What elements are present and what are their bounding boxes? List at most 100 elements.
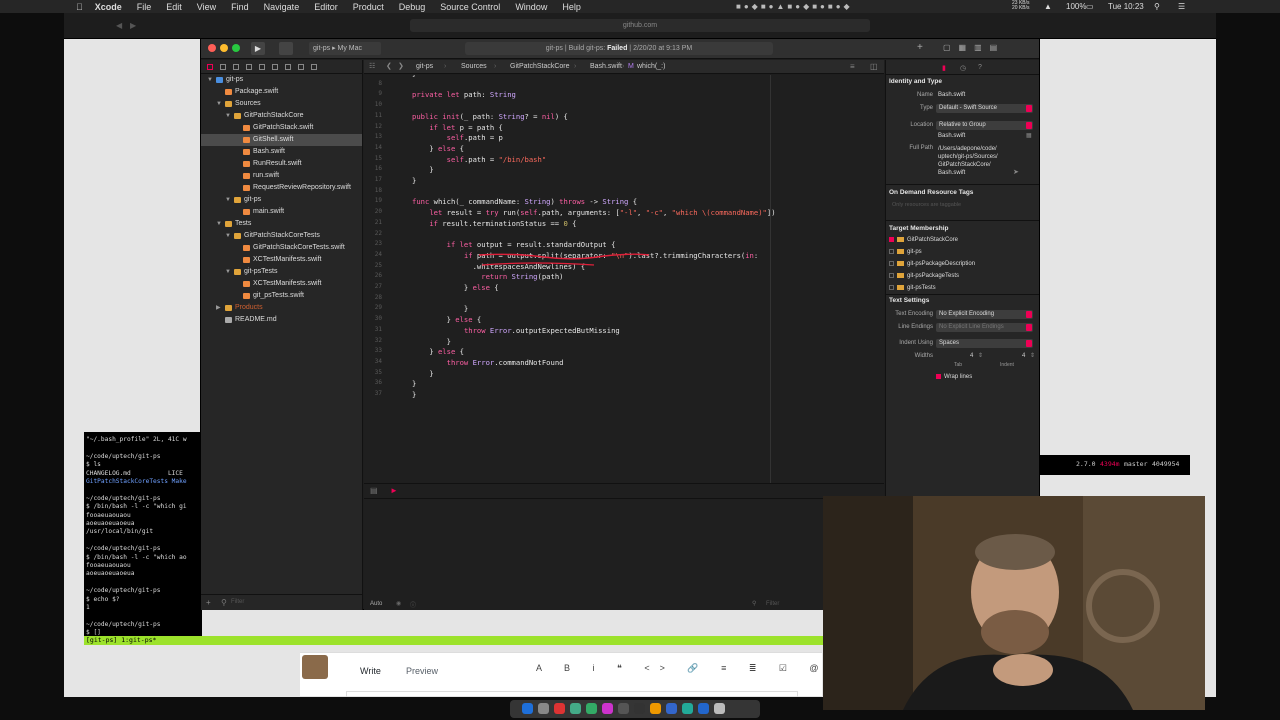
- menu-view[interactable]: View: [197, 2, 216, 12]
- settings-icon[interactable]: [618, 703, 629, 714]
- wifi-icon[interactable]: ▲: [1044, 0, 1052, 13]
- xcode-icon[interactable]: [666, 703, 677, 714]
- add-editor-icon[interactable]: ◫: [870, 62, 878, 71]
- breadcrumb-folder[interactable]: Sources: [461, 63, 487, 70]
- library-plus-icon[interactable]: +: [917, 42, 923, 53]
- disclosure-open-icon[interactable]: ▼: [225, 230, 231, 242]
- navigator-item[interactable]: ▼ Tests: [201, 218, 362, 230]
- calendar-icon[interactable]: [554, 703, 565, 714]
- reveal-in-finder-icon[interactable]: ➤: [1013, 168, 1019, 176]
- disclosure-open-icon[interactable]: ▼: [225, 194, 231, 206]
- apple-icon[interactable]: : [76, 2, 83, 12]
- menu-help[interactable]: Help: [562, 2, 581, 12]
- navigator-item[interactable]: ▼ Sources: [201, 98, 362, 110]
- add-icon[interactable]: +: [206, 598, 211, 607]
- tab-preview[interactable]: Preview: [406, 666, 438, 676]
- tab-write[interactable]: Write: [360, 666, 381, 676]
- terminal-icon[interactable]: [634, 703, 645, 714]
- trash-icon[interactable]: [714, 703, 725, 714]
- menu-source-control[interactable]: Source Control: [440, 2, 500, 12]
- indent-width-stepper-icon[interactable]: ⇕: [1030, 352, 1035, 359]
- battery-percent[interactable]: 100%: [1066, 0, 1086, 13]
- comment-textarea[interactable]: [346, 691, 798, 697]
- menu-window[interactable]: Window: [515, 2, 547, 12]
- breadcrumb-project[interactable]: git-ps: [416, 63, 433, 70]
- test-tab-icon[interactable]: [272, 63, 278, 70]
- choose-folder-icon[interactable]: ▦: [1026, 132, 1032, 139]
- navigator-item[interactable]: main.swift: [201, 206, 362, 218]
- disclosure-open-icon[interactable]: ▼: [225, 266, 231, 278]
- source-editor[interactable]: 7 8 9 10 11 12 13 14 15 16 17 18 19 20 21 22 23 24 25 26 27 2…: [364, 75, 884, 483]
- tab-width-stepper-icon[interactable]: ⇕: [978, 352, 983, 359]
- menu-debug[interactable]: Debug: [399, 2, 426, 12]
- run-button[interactable]: ▶: [251, 42, 265, 55]
- battery-icon[interactable]: ▭: [1086, 0, 1094, 13]
- breadcrumb-file[interactable]: Bash.swift: [590, 63, 622, 70]
- tab-width-value[interactable]: 4: [970, 353, 973, 359]
- menu-navigate[interactable]: Navigate: [264, 2, 300, 12]
- breadcrumb-group[interactable]: GitPatchStackCore: [510, 63, 570, 70]
- back-icon[interactable]: ◀: [116, 21, 122, 30]
- back-nav-icon[interactable]: ❮: [386, 62, 392, 70]
- maps-icon[interactable]: [586, 703, 597, 714]
- zoom-window-icon[interactable]: [232, 44, 240, 52]
- editor-mode-icons[interactable]: ▢▦▥▤: [943, 43, 1005, 52]
- editor-options-icon[interactable]: ≡: [850, 62, 855, 71]
- target-checkbox[interactable]: GitPatchStackCore: [889, 237, 958, 243]
- breakpoint-tab-icon[interactable]: [298, 63, 304, 70]
- scheme-selector[interactable]: git-ps ▸ My Mac: [309, 42, 381, 55]
- finder-icon[interactable]: [522, 703, 533, 714]
- disclosure-open-icon[interactable]: ▼: [207, 74, 213, 86]
- navigator-item[interactable]: GitPatchStack.swift: [201, 122, 362, 134]
- source-control-tab-icon[interactable]: [220, 63, 226, 70]
- navigator-item[interactable]: RequestReviewRepository.swift: [201, 182, 362, 194]
- hide-debug-icon[interactable]: ▤: [370, 486, 378, 495]
- menu-product[interactable]: Product: [353, 2, 384, 12]
- navigator-item[interactable]: run.swift: [201, 170, 362, 182]
- search-tab-icon[interactable]: [246, 63, 252, 70]
- disclosure-open-icon[interactable]: ▼: [216, 98, 222, 110]
- forward-nav-icon[interactable]: ❯: [398, 62, 404, 70]
- minimize-window-icon[interactable]: [220, 44, 228, 52]
- indent-width-value[interactable]: 4: [1022, 353, 1025, 359]
- navigator-item[interactable]: ▶ Products: [201, 302, 362, 314]
- navigator-item[interactable]: ▼ git-ps: [201, 74, 362, 86]
- menu-app[interactable]: Xcode: [95, 2, 122, 12]
- info-icon[interactable]: ⓘ: [410, 600, 416, 609]
- encoding-popup[interactable]: No Explicit Encoding: [936, 310, 1033, 319]
- location-popup[interactable]: Relative to Group: [936, 121, 1033, 130]
- forward-icon[interactable]: ▶: [130, 21, 136, 30]
- name-value[interactable]: Bash.swift: [938, 92, 965, 98]
- navigator-item[interactable]: XCTestManifests.swift: [201, 278, 362, 290]
- issue-tab-icon[interactable]: [259, 63, 265, 70]
- type-popup[interactable]: Default - Swift Source: [936, 104, 1033, 113]
- target-checkbox[interactable]: git-ps: [889, 249, 922, 255]
- navigator-item[interactable]: GitPatchStackCoreTests.swift: [201, 242, 362, 254]
- disclosure-open-icon[interactable]: ▼: [225, 110, 231, 122]
- report-tab-icon[interactable]: [311, 63, 317, 70]
- control-center-icon[interactable]: ☰: [1178, 0, 1185, 13]
- navigator-filter[interactable]: + ⚲ Filter: [201, 594, 362, 610]
- stop-button[interactable]: [279, 42, 293, 55]
- navigator-item[interactable]: ▼ GitPatchStackCoreTests: [201, 230, 362, 242]
- close-window-icon[interactable]: [208, 44, 216, 52]
- music-icon[interactable]: [602, 703, 613, 714]
- terminal-pane[interactable]: "~/.bash_profile" 2L, 41C w ~/code/uptech…: [84, 432, 202, 644]
- navigator-item[interactable]: git_psTests.swift: [201, 290, 362, 302]
- menu-find[interactable]: Find: [231, 2, 249, 12]
- menu-editor[interactable]: Editor: [314, 2, 338, 12]
- variables-scope-selector[interactable]: Auto: [370, 601, 382, 607]
- file-inspector-icon[interactable]: ▮: [942, 64, 946, 72]
- safari-icon[interactable]: [538, 703, 549, 714]
- target-checkbox[interactable]: git-psPackageDescription: [889, 261, 975, 267]
- menu-file[interactable]: File: [137, 2, 152, 12]
- app-icon[interactable]: [682, 703, 693, 714]
- navigator-item[interactable]: RunResult.swift: [201, 158, 362, 170]
- navigator-item[interactable]: GitShell.swift: [201, 134, 362, 146]
- symbol-tab-icon[interactable]: [233, 63, 239, 70]
- navigator-item[interactable]: Bash.swift: [201, 146, 362, 158]
- messages-icon[interactable]: [570, 703, 581, 714]
- debug-filter-placeholder[interactable]: Filter: [766, 601, 779, 607]
- menubar-clock[interactable]: Tue 10:23: [1108, 0, 1144, 13]
- app-store-icon[interactable]: [698, 703, 709, 714]
